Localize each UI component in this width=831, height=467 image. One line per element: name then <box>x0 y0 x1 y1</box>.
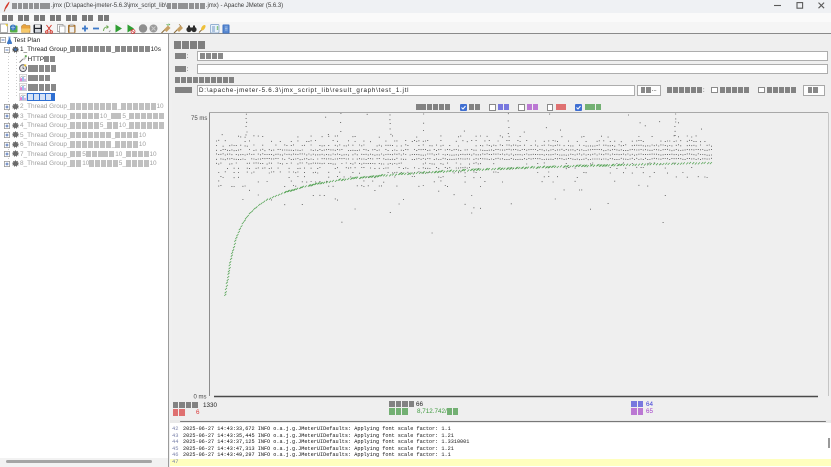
svg-text:75 ms: 75 ms <box>191 116 207 122</box>
